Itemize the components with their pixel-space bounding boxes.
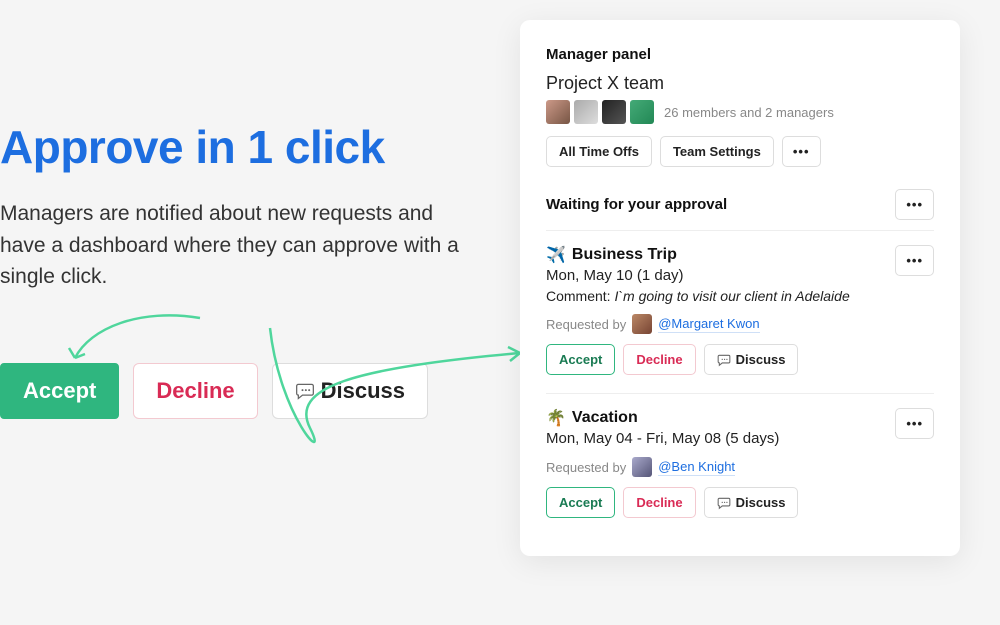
- avatar: [630, 100, 654, 124]
- team-name: Project X team: [546, 73, 934, 94]
- requested-by-label: Requested by: [546, 317, 626, 332]
- discuss-button[interactable]: Discuss: [272, 363, 428, 419]
- palm-tree-icon: 🌴: [546, 408, 566, 428]
- divider: [546, 230, 934, 231]
- divider: [546, 393, 934, 394]
- requester-link[interactable]: @Margaret Kwon: [658, 316, 759, 333]
- comment-text: I`m going to visit our client in Adelaid…: [614, 288, 849, 304]
- avatar: [632, 314, 652, 334]
- avatar: [632, 457, 652, 477]
- hero-subtext: Managers are notified about new requests…: [0, 198, 470, 293]
- request-comment: Comment: I`m going to visit our client i…: [546, 288, 934, 304]
- discuss-button[interactable]: Discuss: [704, 344, 799, 375]
- hero-headline: Approve in 1 click: [0, 120, 470, 174]
- accept-button[interactable]: Accept: [546, 344, 615, 375]
- speech-bubble-icon: [717, 353, 731, 367]
- all-timeoffs-button[interactable]: All Time Offs: [546, 136, 652, 167]
- team-settings-button[interactable]: Team Settings: [660, 136, 774, 167]
- request-title: Business Trip: [572, 246, 677, 264]
- comment-label: Comment:: [546, 288, 611, 304]
- avatar: [602, 100, 626, 124]
- discuss-label: Discuss: [736, 352, 786, 367]
- section-more-button[interactable]: •••: [895, 189, 934, 220]
- panel-more-button[interactable]: •••: [782, 136, 821, 167]
- discuss-label: Discuss: [736, 495, 786, 510]
- request-date: Mon, May 10 (1 day): [546, 267, 684, 284]
- decline-button[interactable]: Decline: [623, 487, 695, 518]
- requester-link[interactable]: @Ben Knight: [658, 459, 735, 476]
- approval-request: ✈️ Business Trip Mon, May 10 (1 day) •••…: [546, 245, 934, 375]
- decline-button[interactable]: Decline: [623, 344, 695, 375]
- hero-action-row: Accept Decline Discuss: [0, 363, 470, 419]
- airplane-icon: ✈️: [546, 245, 566, 265]
- speech-bubble-icon: [717, 496, 731, 510]
- approval-request: 🌴 Vacation Mon, May 04 - Fri, May 08 (5 …: [546, 408, 934, 518]
- request-title: Vacation: [572, 409, 638, 427]
- accept-button[interactable]: Accept: [546, 487, 615, 518]
- request-more-button[interactable]: •••: [895, 408, 934, 439]
- requested-by-label: Requested by: [546, 460, 626, 475]
- manager-panel: Manager panel Project X team 26 members …: [520, 20, 960, 556]
- speech-bubble-icon: [295, 381, 315, 401]
- discuss-button[interactable]: Discuss: [704, 487, 799, 518]
- member-count: 26 members and 2 managers: [664, 105, 834, 120]
- approval-section-title: Waiting for your approval: [546, 196, 727, 213]
- request-date: Mon, May 04 - Fri, May 08 (5 days): [546, 430, 779, 447]
- panel-title: Manager panel: [546, 46, 934, 63]
- team-avatars: 26 members and 2 managers: [546, 100, 934, 124]
- discuss-label: Discuss: [321, 378, 405, 404]
- avatar: [546, 100, 570, 124]
- decline-button[interactable]: Decline: [133, 363, 257, 419]
- panel-button-row: All Time Offs Team Settings •••: [546, 136, 934, 167]
- request-more-button[interactable]: •••: [895, 245, 934, 276]
- accept-button[interactable]: Accept: [0, 363, 119, 419]
- avatar: [574, 100, 598, 124]
